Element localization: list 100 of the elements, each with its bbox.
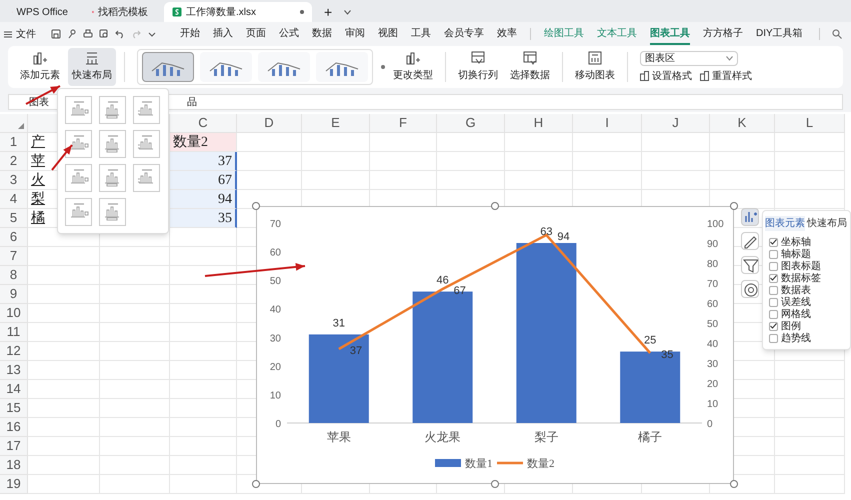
move-chart-icon [588, 51, 602, 65]
menu-tab[interactable]: DIY工具箱 [756, 23, 803, 45]
menu-tab[interactable]: 视图 [378, 23, 398, 45]
app-tab[interactable]: 工作簿数量.xlsx [164, 2, 312, 22]
chart-side-button[interactable] [741, 256, 759, 274]
menu-tab[interactable]: 开始 [180, 23, 200, 45]
resize-handle[interactable] [730, 202, 738, 210]
menu-tab[interactable]: 数据 [312, 23, 332, 45]
menu-tab[interactable]: 公式 [279, 23, 299, 45]
checkbox[interactable] [769, 274, 778, 282]
checkbox[interactable] [769, 250, 778, 258]
menu-tab[interactable]: 插入 [213, 23, 233, 45]
checkbox[interactable] [769, 298, 778, 306]
row-number[interactable]: 7 [0, 247, 28, 266]
pin-icon [67, 29, 77, 39]
resize-handle[interactable] [252, 202, 260, 210]
row-number[interactable]: 5 [0, 209, 28, 228]
column-header[interactable]: L [775, 114, 845, 133]
ribbon-button[interactable]: 更改类型 [389, 48, 437, 86]
row-number[interactable]: 3 [0, 171, 28, 190]
layout-icon [85, 51, 99, 65]
menu-tab[interactable]: 审阅 [345, 23, 365, 45]
column-header[interactable]: D [237, 114, 302, 133]
table-cell [100, 437, 170, 456]
ribbon-button[interactable]: 切换行列 [454, 48, 502, 86]
layout-option[interactable] [65, 130, 92, 158]
row-number[interactable]: 19 [0, 475, 28, 494]
element-dropdown[interactable]: 图表区 [640, 50, 738, 66]
ribbon-button[interactable]: 添加元素 [16, 48, 64, 86]
row-number[interactable]: 15 [0, 399, 28, 418]
checkbox[interactable] [769, 334, 778, 342]
chart-style-option[interactable] [316, 52, 368, 82]
row-number[interactable]: 10 [0, 304, 28, 323]
row-number[interactable]: 11 [0, 323, 28, 342]
app-tab[interactable]: WPS Office [4, 2, 76, 22]
table-cell: 67 [170, 171, 237, 190]
checkbox[interactable] [769, 310, 778, 318]
select-all-button[interactable] [0, 114, 28, 133]
corner-triangle-icon [18, 123, 24, 129]
axis-tick-label: 60 [707, 299, 718, 310]
table-cell [28, 285, 100, 304]
row-number[interactable]: 8 [0, 266, 28, 285]
chart-side-button[interactable] [741, 208, 759, 226]
menu-tab[interactable]: 方方格子 [703, 23, 743, 45]
panel-tab[interactable]: 图表元素 [765, 216, 805, 231]
row-number[interactable]: 1 [0, 133, 28, 152]
column-header[interactable]: H [505, 114, 573, 133]
app-tab[interactable]: 找稻壳模板 [84, 2, 156, 22]
table-cell [237, 171, 302, 190]
table-cell [28, 304, 100, 323]
row-number[interactable]: 6 [0, 228, 28, 247]
chart-style-option[interactable] [200, 52, 252, 82]
ribbon-button[interactable]: 设置格式 [640, 68, 692, 84]
checkbox[interactable] [769, 262, 778, 270]
new-tab-button[interactable]: + [320, 2, 336, 22]
menu-tab[interactable]: 文本工具 [597, 23, 637, 45]
file-menu[interactable]: 文件 [16, 26, 36, 42]
chart-side-button[interactable] [741, 280, 759, 298]
checkmark-icon [770, 275, 777, 281]
column-header[interactable]: J [642, 114, 710, 133]
settings-icon [742, 281, 758, 297]
resize-handle[interactable] [491, 480, 499, 488]
panel-tab[interactable]: 快速布局 [807, 216, 847, 231]
row-number[interactable]: 14 [0, 380, 28, 399]
row-number[interactable]: 12 [0, 342, 28, 361]
chart-style-option[interactable] [258, 52, 310, 82]
table-cell [28, 456, 100, 475]
row-number[interactable]: 13 [0, 361, 28, 380]
row-number[interactable]: 9 [0, 285, 28, 304]
column-header[interactable]: F [370, 114, 437, 133]
checkbox-label: 数据标签 [781, 272, 821, 284]
ribbon-button[interactable]: 快速布局 [68, 48, 116, 86]
menu-tab[interactable]: 会员专享 [444, 23, 484, 45]
menu-tab[interactable]: 绘图工具 [544, 23, 584, 45]
checkbox[interactable] [769, 286, 778, 294]
menu-tab[interactable]: 效率 [497, 23, 517, 45]
column-header[interactable]: K [710, 114, 775, 133]
checkbox[interactable] [769, 322, 778, 330]
ribbon-button[interactable]: 重置样式 [700, 68, 752, 84]
row-number[interactable]: 17 [0, 437, 28, 456]
resize-handle[interactable] [730, 480, 738, 488]
column-header[interactable]: C [170, 114, 237, 133]
row-number[interactable]: 4 [0, 190, 28, 209]
row-number[interactable]: 2 [0, 152, 28, 171]
menu-tab[interactable]: 工具 [411, 23, 431, 45]
ribbon-button[interactable]: 选择数据 [506, 48, 554, 86]
table-cell [28, 323, 100, 342]
chart-side-button[interactable] [741, 232, 759, 250]
ribbon-button[interactable]: 移动图表 [571, 48, 619, 86]
menu-tab[interactable]: 页面 [246, 23, 266, 45]
row-number[interactable]: 16 [0, 418, 28, 437]
column-header[interactable]: G [437, 114, 505, 133]
table-cell [642, 133, 710, 152]
resize-handle[interactable] [491, 202, 499, 210]
row-number[interactable]: 18 [0, 456, 28, 475]
resize-handle[interactable] [252, 480, 260, 488]
column-header[interactable]: E [302, 114, 370, 133]
column-header[interactable]: I [573, 114, 642, 133]
checkbox[interactable] [769, 238, 778, 246]
chart-style-option[interactable] [142, 52, 194, 82]
